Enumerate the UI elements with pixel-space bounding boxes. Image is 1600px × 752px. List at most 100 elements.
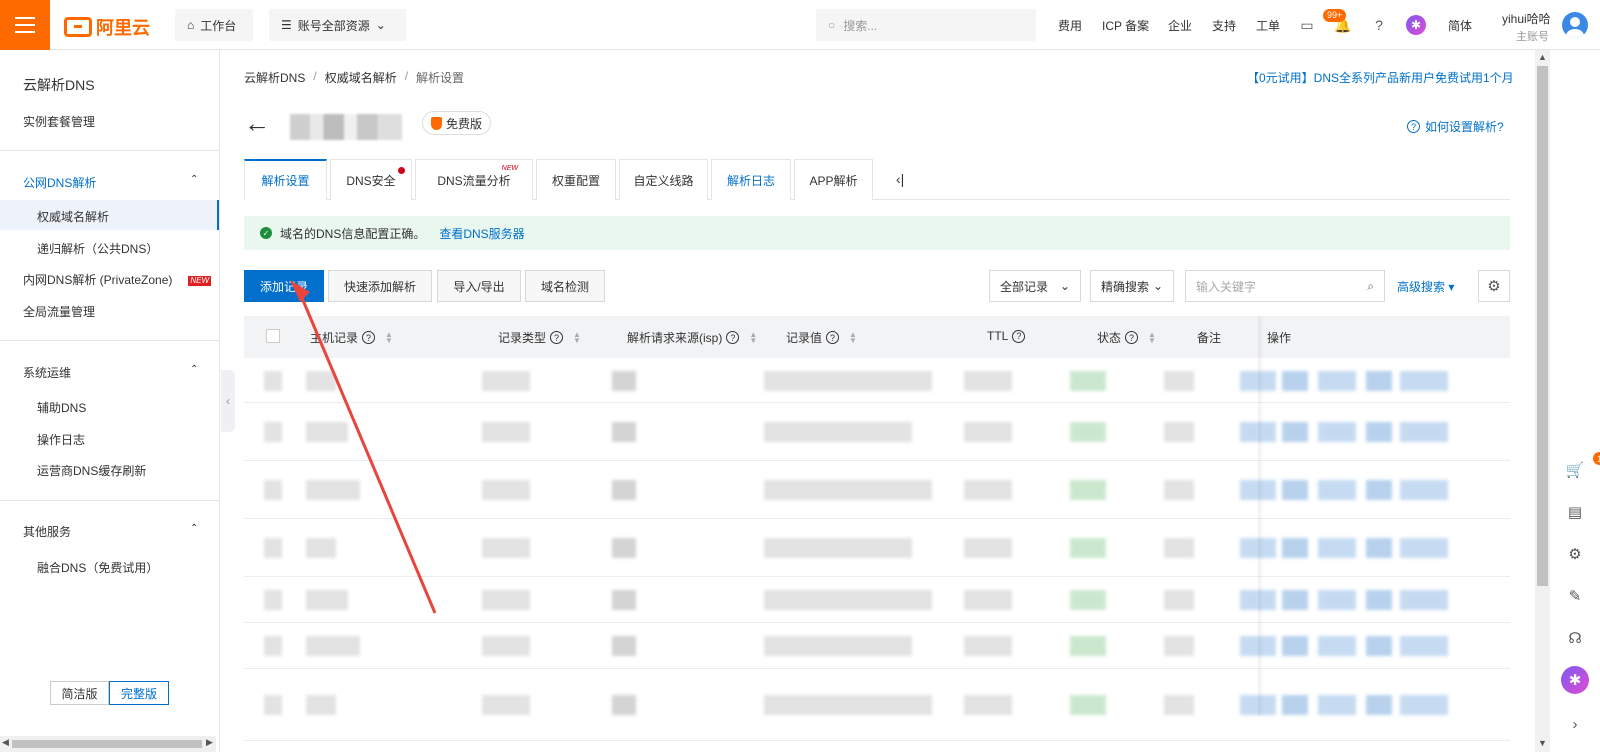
tab-resolve-settings[interactable]: 解析设置 [244, 159, 327, 200]
user-role: 主账号 [1516, 31, 1549, 43]
caret-down-icon: ▾ [1448, 280, 1455, 294]
terminal-icon[interactable]: ▭ [1297, 15, 1317, 35]
question-icon[interactable]: ? [1012, 329, 1026, 343]
menu-icon[interactable] [0, 0, 50, 50]
sidebar-item-aux-dns[interactable]: 辅助DNS [37, 399, 86, 416]
question-icon[interactable]: ? [362, 331, 376, 344]
sidebar-item-private-zone[interactable]: 内网DNS解析 (PrivateZone) NEW [23, 271, 212, 288]
help-icon[interactable]: ? [1369, 15, 1389, 35]
chevron-right-icon[interactable]: › [1563, 712, 1587, 736]
scrollbar-thumb[interactable] [12, 740, 202, 748]
sidebar-item-fusion[interactable]: 融合DNS（免费试用） [37, 559, 158, 576]
record-filter-select[interactable]: 全部记录 ⌄ [989, 270, 1081, 302]
document-icon[interactable]: ▤ [1563, 500, 1587, 524]
sidebar-item-gtm[interactable]: 全局流量管理 [23, 303, 95, 320]
cart-icon[interactable]: 🛒 1 [1563, 452, 1600, 482]
redacted-cell [1282, 590, 1308, 610]
scroll-up-icon[interactable]: ▲ [1538, 52, 1547, 62]
sort-icon[interactable]: ▲ ▼ [573, 330, 581, 344]
breadcrumb-item[interactable]: 权威域名解析 [325, 69, 397, 86]
scroll-down-icon[interactable]: ▼ [1538, 738, 1547, 748]
tab-weight-config[interactable]: 权重配置 [536, 159, 616, 200]
gear-icon[interactable]: ⚙ [1563, 542, 1587, 566]
ticket-link[interactable]: 工单 [1256, 17, 1280, 34]
chevron-down-icon: ⌄ [1059, 279, 1070, 293]
tab-resolve-log[interactable]: 解析日志 [711, 159, 791, 200]
full-mode-button[interactable]: 完整版 [109, 681, 169, 705]
sort-icon[interactable]: ▲ ▼ [385, 330, 393, 344]
breadcrumb-separator: / [404, 69, 409, 83]
search-mode-select[interactable]: 精确搜索 ⌄ [1090, 270, 1174, 302]
global-search-input[interactable]: ○ 搜索... [816, 9, 1036, 41]
redacted-cell [1400, 480, 1448, 500]
sort-icon[interactable]: ▲ ▼ [1148, 330, 1156, 344]
redacted-cell [1164, 422, 1194, 442]
sidebar-item-instance[interactable]: 实例套餐管理 [23, 113, 95, 130]
col-type: 记录类型? ▲ ▼ [498, 329, 581, 346]
breadcrumb-item[interactable]: 云解析DNS [244, 69, 305, 86]
chevron-up-icon[interactable]: ⌃ [190, 523, 198, 534]
question-icon[interactable]: ? [826, 331, 840, 344]
workbench-button[interactable]: ⌂ 工作台 [175, 9, 253, 41]
redacted-cell [482, 590, 530, 610]
logo-text: 阿里云 [96, 18, 150, 38]
col-label: 主机记录 [310, 331, 359, 345]
sidebar-group-ops[interactable]: 系统运维 [23, 364, 71, 381]
keyword-input[interactable]: 输入关键字 ⌕ [1185, 270, 1385, 302]
vertical-scrollbar[interactable]: ▲ ▼ [1535, 50, 1550, 752]
scrollbar-thumb[interactable] [1537, 66, 1548, 586]
import-export-button[interactable]: 导入/导出 [437, 270, 521, 302]
redacted-cell [1318, 636, 1356, 656]
redacted-cell [1282, 480, 1308, 500]
how-to-setup-link[interactable]: ? 如何设置解析? [1407, 118, 1504, 135]
view-dns-servers-link[interactable]: 查看DNS服务器 [439, 225, 524, 242]
aliyun-logo[interactable]: 阿里云 [64, 14, 150, 40]
question-icon[interactable]: ? [726, 331, 740, 344]
ai-assistant-icon[interactable]: ✱ [1406, 15, 1426, 35]
advanced-search-toggle[interactable]: 高级搜索 ▾ [1397, 278, 1454, 295]
headset-icon[interactable]: ☊ [1563, 626, 1587, 650]
user-avatar[interactable] [1562, 12, 1588, 38]
billing-link[interactable]: 费用 [1058, 17, 1082, 34]
tab-traffic-analysis[interactable]: DNS流量分析 NEW [415, 159, 533, 200]
icp-link[interactable]: ICP 备案 [1102, 17, 1149, 34]
sidebar-collapse-handle[interactable]: ‹ [221, 370, 235, 432]
redacted-cell [964, 590, 1012, 610]
simple-mode-button[interactable]: 简洁版 [50, 681, 109, 705]
col-ttl: TTL? [987, 329, 1026, 343]
table-settings-button[interactable]: ⚙ [1478, 270, 1510, 302]
language-switch[interactable]: 简体 [1448, 17, 1472, 34]
quick-add-button[interactable]: 快速添加解析 [328, 270, 432, 302]
edit-icon[interactable]: ✎ [1563, 584, 1587, 608]
scroll-right-icon[interactable]: ▶ [206, 737, 213, 748]
tab-custom-line[interactable]: 自定义线路 [619, 159, 708, 200]
scroll-left-icon[interactable]: ◀ [2, 737, 9, 748]
chevron-up-icon[interactable]: ⌃ [190, 174, 198, 185]
tab-app-resolve[interactable]: APP解析 [794, 159, 873, 200]
sort-icon[interactable]: ▲ ▼ [749, 330, 757, 344]
enterprise-link[interactable]: 企业 [1168, 17, 1192, 34]
sidebar-group-public-dns[interactable]: 公网DNS解析 [23, 174, 96, 191]
sidebar-item-authority[interactable]: 权威域名解析 [37, 208, 109, 225]
question-icon[interactable]: ? [550, 331, 564, 344]
chevron-up-icon[interactable]: ⌃ [190, 364, 198, 375]
sidebar-group-other[interactable]: 其他服务 [23, 523, 71, 540]
horizontal-scrollbar[interactable]: ◀ ▶ [0, 736, 216, 752]
resources-dropdown[interactable]: ☰ 账号全部资源 ⌄ [269, 9, 406, 41]
add-record-button[interactable]: 添加记录 [244, 270, 324, 302]
back-arrow-icon[interactable]: ← [244, 110, 270, 136]
breadcrumb: 云解析DNS / 权威域名解析 / 解析设置 [244, 69, 464, 86]
tab-collapse-icon[interactable]: ‹| [876, 159, 904, 199]
question-icon[interactable]: ? [1125, 331, 1139, 344]
tab-dns-security[interactable]: DNS安全 [330, 159, 412, 200]
sidebar-item-op-log[interactable]: 操作日志 [37, 431, 85, 448]
promo-link[interactable]: 【0元试用】DNS全系列产品新用户免费试用1个月 [1247, 69, 1514, 86]
sidebar-item-recursive[interactable]: 递归解析（公共DNS） [37, 240, 158, 257]
ai-assistant-icon[interactable]: ✱ [1561, 666, 1589, 694]
sidebar-item-isp-refresh[interactable]: 运营商DNS缓存刷新 [37, 462, 146, 479]
sort-icon[interactable]: ▲ ▼ [849, 330, 857, 344]
user-name[interactable]: yihui哈哈 [1502, 10, 1551, 27]
support-link[interactable]: 支持 [1212, 17, 1236, 34]
domain-check-button[interactable]: 域名检测 [525, 270, 605, 302]
select-all-checkbox[interactable] [266, 329, 280, 343]
